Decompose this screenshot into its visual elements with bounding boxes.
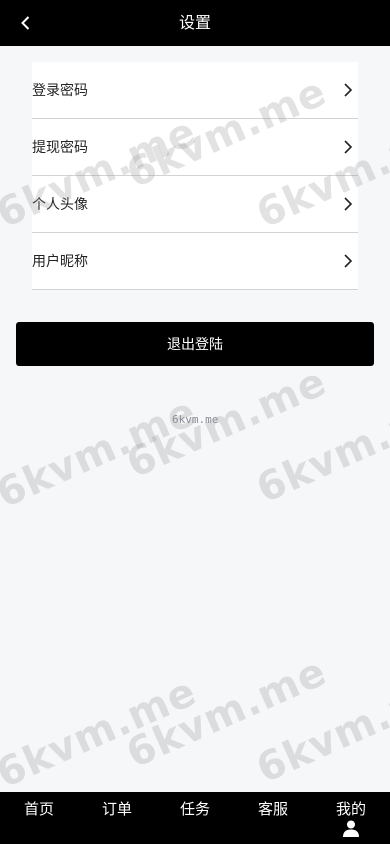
- watermark: 6kvm.me: [0, 388, 204, 518]
- watermark: 6kvm.me: [119, 648, 334, 778]
- chevron-right-icon: [344, 140, 353, 154]
- tab-label: 首页: [23, 800, 54, 818]
- chevron-right-icon: [344, 197, 353, 211]
- tab-label: 任务: [179, 800, 210, 818]
- chevron-right-icon: [344, 254, 353, 268]
- menu-item-nickname[interactable]: 用户昵称: [32, 233, 358, 290]
- menu-item-label: 用户昵称: [32, 254, 88, 270]
- menu-item-withdraw-password[interactable]: 提现密码: [32, 119, 358, 176]
- tab-home[interactable]: 首页: [0, 792, 78, 844]
- watermark: 6kvm.me: [0, 668, 204, 798]
- menu-item-avatar[interactable]: 个人头像: [32, 176, 358, 233]
- tab-label: 客服: [257, 800, 288, 818]
- watermark: 6kvm.me: [249, 383, 390, 513]
- logout-button[interactable]: 退出登陆: [16, 322, 374, 366]
- menu-item-login-password[interactable]: 登录密码: [32, 62, 358, 119]
- watermark: 6kvm.me: [119, 358, 334, 488]
- settings-menu: 登录密码 提现密码 个人头像 用户昵称: [32, 62, 358, 290]
- menu-item-label: 登录密码: [32, 83, 88, 99]
- bottom-tab-bar: 首页 订单 任务 客服 我的: [0, 792, 390, 844]
- tab-label: 我的: [335, 800, 366, 818]
- page-title: 设置: [178, 13, 211, 32]
- tab-tasks[interactable]: 任务: [156, 792, 234, 844]
- watermark: 6kvm.me: [249, 663, 390, 793]
- menu-item-label: 提现密码: [32, 140, 88, 156]
- watermark-small: 6kvm.me: [172, 413, 219, 426]
- tab-label: 订单: [101, 800, 132, 818]
- tab-orders[interactable]: 订单: [78, 792, 156, 844]
- tab-mine[interactable]: 我的: [312, 792, 390, 844]
- top-nav-bar: 设置: [0, 0, 390, 46]
- tab-customer-service[interactable]: 客服: [234, 792, 312, 844]
- user-icon: [343, 820, 359, 837]
- menu-item-label: 个人头像: [32, 197, 88, 213]
- chevron-right-icon: [344, 83, 353, 97]
